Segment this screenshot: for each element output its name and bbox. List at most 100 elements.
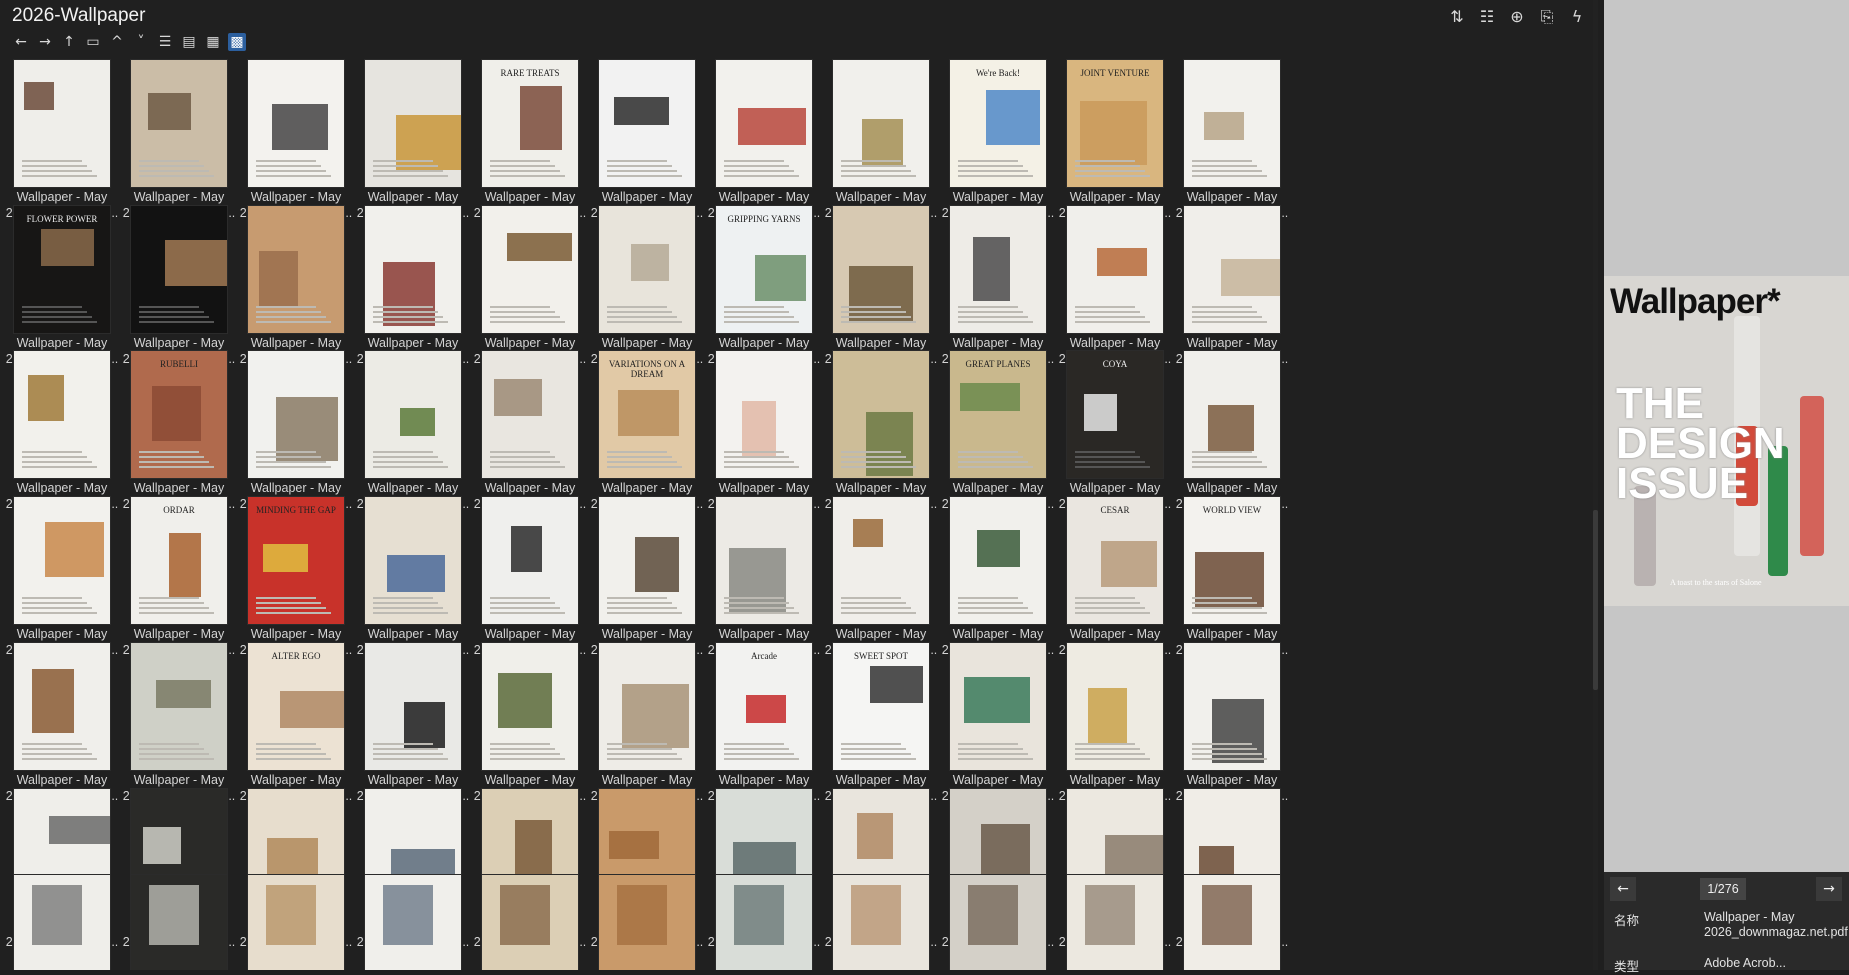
page-thumbnail[interactable] [131,875,227,970]
filter-list-icon[interactable]: ☷ [1478,8,1496,26]
file-tile[interactable]: Wallpaper - May2026_downmagaz... [819,351,941,519]
file-tile[interactable]: JOINT VENTUREWallpaper - May2026_downmag… [1053,60,1175,228]
thumbnail-image [500,885,550,945]
list-view-icon[interactable]: ☰ [156,33,174,51]
file-tile[interactable]: Wallpaper - May2026_downmagaz... [1170,60,1292,228]
tile-view-icon[interactable]: ▦ [204,33,222,51]
page-thumbnail[interactable] [365,875,461,970]
text-line-decoration [1075,321,1150,323]
file-tile[interactable]: Wallpaper - May2026_downmagaz... [1053,206,1175,374]
file-tile[interactable]: SWEET SPOTWallpaper - May2026_downmagaz.… [819,643,941,811]
text-line-decoration [22,160,82,162]
file-tile[interactable]: Wallpaper - May2026_downmagaz... [585,60,707,228]
file-tile[interactable]: Wallpaper - May2026_downmagaz... [819,60,941,228]
file-tile[interactable]: Wallpaper - May2026_downmagaz... [702,497,824,665]
file-tile[interactable]: Wallpaper - May2026_downmagaz... [936,643,1058,811]
page-thumbnail [482,351,578,478]
file-tile[interactable]: We're Back!Wallpaper - May2026_downmagaz… [936,60,1058,228]
thumbnail-headline: WORLD VIEW [1202,505,1262,515]
file-tile[interactable]: GRIPPING YARNSWallpaper - May2026_downma… [702,206,824,374]
text-line-decoration [958,456,1023,458]
page-thumbnail[interactable] [14,875,110,970]
file-tile[interactable]: VARIATIONS ON A DREAMWallpaper - May2026… [585,351,707,519]
file-tile[interactable]: Wallpaper - May2026_downmagaz... [0,351,122,519]
file-tile[interactable]: Wallpaper - May2026_downmagaz... [351,643,473,811]
chevron-down-icon[interactable]: ˅ [132,33,150,51]
file-tile[interactable]: Wallpaper - May2026_downmagaz... [819,497,941,665]
text-line-decoration [958,748,1023,750]
file-tile[interactable]: Wallpaper - May2026_downmagaz... [1170,206,1292,374]
file-tile[interactable]: Wallpaper - May2026_downmagaz... [351,60,473,228]
thumbnail-headline: MINDING THE GAP [256,505,336,515]
text-line-decoration [1075,306,1135,308]
page-thumbnail[interactable] [1067,875,1163,970]
add-circle-icon[interactable]: ⊕ [1508,8,1526,26]
file-tile[interactable]: Wallpaper - May2026_downmagaz... [585,643,707,811]
grid-view-icon[interactable]: ▩ [228,33,246,51]
up-arrow-icon[interactable]: ↑ [60,33,78,51]
page-thumbnail[interactable] [950,875,1046,970]
clipboard-icon[interactable]: ⎘ [1538,8,1556,26]
file-tile[interactable]: Wallpaper - May2026_downmagaz... [468,497,590,665]
page-thumbnail[interactable] [1184,875,1280,970]
previous-page-button[interactable]: ← [1610,877,1636,901]
file-tile[interactable]: Wallpaper - May2026_downmagaz... [585,206,707,374]
file-tile[interactable]: Wallpaper - May2026_downmagaz... [819,206,941,374]
folder-icon[interactable]: ▭ [84,33,102,51]
page-thumbnail[interactable] [716,875,812,970]
back-arrow-icon[interactable]: ← [12,33,30,51]
file-tile[interactable]: Wallpaper - May2026_downmagaz... [351,351,473,519]
file-tile[interactable]: Wallpaper - May2026_downmagaz... [468,351,590,519]
file-tile[interactable]: Wallpaper - May2026_downmagaz... [351,497,473,665]
forward-arrow-icon[interactable]: → [36,33,54,51]
file-tile[interactable]: Wallpaper - May2026_downmagaz... [117,206,239,374]
page-thumbnail[interactable] [599,875,695,970]
vertical-scrollbar[interactable] [1593,0,1598,970]
file-tile[interactable]: Wallpaper - May2026_downmagaz... [936,497,1058,665]
text-line-decoration [1192,451,1252,453]
file-tile[interactable]: GREAT PLANESWallpaper - May2026_downmaga… [936,351,1058,519]
file-tile[interactable]: Wallpaper - May2026_downmagaz... [234,206,356,374]
lightning-icon[interactable]: ϟ [1568,8,1586,26]
file-tile[interactable]: Wallpaper - May2026_downmagaz... [936,206,1058,374]
file-tile[interactable]: Wallpaper - May2026_downmagaz... [234,351,356,519]
next-page-button[interactable]: → [1816,877,1842,901]
file-tile[interactable]: Wallpaper - May2026_downmagaz... [0,643,122,811]
file-tile[interactable]: Wallpaper - May2026_downmagaz... [234,60,356,228]
file-tile[interactable]: Wallpaper - May2026_downmagaz... [585,497,707,665]
file-tile[interactable]: FLOWER POWERWallpaper - May2026_downmaga… [0,206,122,374]
file-tile[interactable]: WORLD VIEWWallpaper - May2026_downmagaz.… [1170,497,1292,665]
thumbnail-image [973,237,1010,301]
detail-view-icon[interactable]: ▤ [180,33,198,51]
page-thumbnail[interactable] [833,875,929,970]
file-tile[interactable]: Wallpaper - May2026_downmagaz... [468,643,590,811]
file-tile[interactable]: Wallpaper - May2026_downmagaz... [117,643,239,811]
file-tile[interactable]: COYAWallpaper - May2026_downmagaz... [1053,351,1175,519]
file-tile[interactable]: Wallpaper - May2026_downmagaz... [702,60,824,228]
page-thumbnail[interactable] [482,875,578,970]
file-tile[interactable]: Wallpaper - May2026_downmagaz... [0,60,122,228]
file-tile[interactable]: Wallpaper - May2026_downmagaz... [1053,643,1175,811]
sort-icon[interactable]: ⇅ [1448,8,1466,26]
file-tile[interactable]: ORDARWallpaper - May2026_downmagaz... [117,497,239,665]
file-tile[interactable]: Wallpaper - May2026_downmagaz... [0,497,122,665]
thumbnail-image [1202,885,1252,945]
file-tile[interactable]: Wallpaper - May2026_downmagaz... [468,206,590,374]
file-tile[interactable]: Wallpaper - May2026_downmagaz... [1170,351,1292,519]
file-tile[interactable]: ALTER EGOWallpaper - May2026_downmagaz..… [234,643,356,811]
file-tile[interactable]: Wallpaper - May2026_downmagaz... [351,206,473,374]
page-thumbnail[interactable] [248,875,344,970]
text-line-decoration [724,597,784,599]
file-tile[interactable]: Wallpaper - May2026_downmagaz... [702,351,824,519]
file-tile[interactable]: CESARWallpaper - May2026_downmagaz... [1053,497,1175,665]
chevron-up-icon[interactable]: ^ [108,33,126,51]
file-tile[interactable]: RUBELLIWallpaper - May2026_downmagaz... [117,351,239,519]
file-tile[interactable]: Wallpaper - May2026_downmagaz... [117,60,239,228]
text-line-decoration [724,165,789,167]
file-tile[interactable]: Wallpaper - May2026_downmagaz... [1170,643,1292,811]
file-tile[interactable]: ArcadeWallpaper - May2026_downmagaz... [702,643,824,811]
file-tile[interactable]: MINDING THE GAPWallpaper - May2026_downm… [234,497,356,665]
scrollbar-thumb[interactable] [1593,510,1598,690]
thumbnail-headline: SWEET SPOT [853,651,909,661]
file-tile[interactable]: RARE TREATSWallpaper - May2026_downmagaz… [468,60,590,228]
